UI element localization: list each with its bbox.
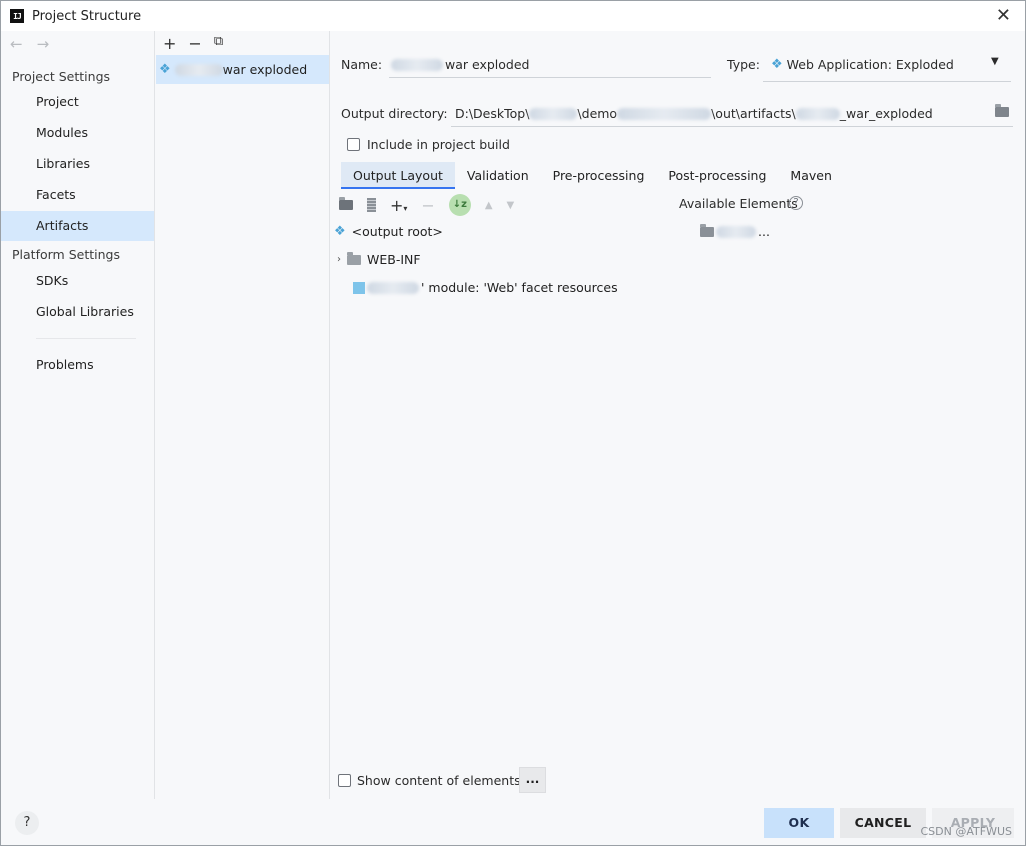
name-field[interactable]: war exploded — [391, 57, 529, 72]
tab-validation[interactable]: Validation — [455, 162, 541, 189]
copy-icon[interactable]: ⧉ — [214, 34, 223, 53]
artifacts-toolbar: + − ⧉ — [163, 34, 223, 53]
chevron-right-icon[interactable]: › — [337, 254, 341, 265]
type-label: Type: — [727, 57, 760, 72]
forward-arrow-icon[interactable]: → — [37, 35, 50, 53]
nav-item-project[interactable]: Project — [1, 87, 154, 117]
platform-settings-header: Platform Settings — [12, 247, 120, 262]
include-in-build-checkbox[interactable] — [347, 138, 360, 151]
redacted-text — [716, 225, 756, 238]
web-inf-label: WEB-INF — [367, 252, 421, 267]
output-directory-label: Output directory: — [341, 106, 448, 121]
output-root-node[interactable]: ❖ <output root> — [334, 224, 443, 239]
web-artifact-icon: ❖ — [771, 57, 783, 72]
help-circle-icon[interactable]: ? — [789, 196, 803, 210]
name-label: Name: — [341, 57, 383, 72]
show-content-label: Show content of elements — [357, 773, 521, 788]
nav-separator — [36, 338, 136, 339]
watermark: CSDN @ATFWUS — [920, 825, 1013, 838]
type-select[interactable]: ❖ Web Application: Exploded — [771, 57, 954, 72]
add-copy-of-icon[interactable]: +▾ — [390, 196, 407, 215]
title-bar: IJ Project Structure ✕ — [1, 1, 1025, 31]
output-dir-part: D:\DeskTop\ — [455, 106, 530, 121]
remove-element-icon[interactable]: − — [421, 196, 434, 215]
web-artifact-icon: ❖ — [334, 224, 346, 239]
output-dir-underline — [451, 126, 1013, 127]
layout-toolbar: +▾ − ↓z ▲ ▼ — [339, 194, 514, 216]
window-title: Project Structure — [32, 8, 142, 24]
artifact-details: Name: war exploded Type: ❖ Web Applicati… — [331, 31, 1025, 799]
dialog-footer: ? OK CANCEL APPLY CSDN @ATFWUS — [1, 799, 1025, 845]
cancel-button[interactable]: CANCEL — [840, 808, 926, 838]
new-directory-icon[interactable] — [339, 196, 353, 213]
redacted-text — [529, 107, 578, 120]
module-folder-icon — [700, 223, 714, 237]
add-icon[interactable]: + — [163, 34, 176, 53]
available-module-node[interactable]: ... — [700, 223, 770, 239]
available-elements-label: Available Elements — [679, 196, 798, 211]
help-button[interactable]: ? — [15, 811, 39, 835]
nav-item-sdks[interactable]: SDKs — [1, 266, 154, 296]
nav-item-global-libraries[interactable]: Global Libraries — [1, 297, 154, 327]
type-value: Web Application: Exploded — [786, 57, 954, 72]
tab-post-processing[interactable]: Post-processing — [656, 162, 778, 189]
facet-resources-node[interactable]: ' module: 'Web' facet resources — [353, 280, 618, 295]
nav-item-problems[interactable]: Problems — [1, 350, 154, 380]
history-nav: ← → — [10, 35, 49, 53]
artifact-item-label: war exploded — [222, 62, 308, 77]
folder-icon — [347, 251, 361, 265]
available-item-label: ... — [758, 224, 770, 239]
name-value: war exploded — [445, 57, 530, 72]
web-artifact-icon: ❖ — [159, 62, 171, 77]
include-in-build-label: Include in project build — [367, 137, 510, 152]
nav-item-libraries[interactable]: Libraries — [1, 149, 154, 179]
project-settings-header: Project Settings — [12, 69, 111, 84]
name-field-underline — [389, 77, 711, 78]
web-inf-node[interactable]: › WEB-INF — [337, 251, 421, 267]
output-dir-part: \out\artifacts\ — [711, 106, 796, 121]
sort-elements-icon[interactable]: ↓z — [448, 194, 471, 216]
move-up-icon[interactable]: ▲ — [485, 200, 493, 211]
nav-item-modules[interactable]: Modules — [1, 118, 154, 148]
artifact-list-item[interactable]: ❖ war exploded — [156, 55, 329, 84]
redacted-text — [795, 107, 840, 120]
redacted-text — [391, 58, 443, 71]
tab-output-layout[interactable]: Output Layout — [341, 162, 455, 189]
remove-icon[interactable]: − — [188, 34, 201, 53]
nav-item-facets[interactable]: Facets — [1, 180, 154, 210]
artifacts-list-pane: + − ⧉ ❖ war exploded — [156, 31, 330, 799]
artifact-tabs: Output Layout Validation Pre-processing … — [341, 162, 844, 189]
output-dir-part: \demo — [577, 106, 618, 121]
nav-item-artifacts[interactable]: Artifacts — [1, 211, 154, 241]
tab-pre-processing[interactable]: Pre-processing — [541, 162, 657, 189]
settings-navigation: ← → Project Settings Project Modules Lib… — [1, 31, 155, 799]
close-icon[interactable]: ✕ — [996, 5, 1011, 26]
redacted-text — [174, 63, 223, 76]
tab-maven[interactable]: Maven — [778, 162, 843, 189]
type-field-underline — [763, 81, 1011, 82]
more-options-button[interactable]: ... — [519, 767, 546, 793]
show-content-checkbox[interactable] — [338, 774, 351, 787]
back-arrow-icon[interactable]: ← — [10, 35, 23, 53]
chevron-down-icon[interactable]: ▼ — [991, 56, 999, 67]
redacted-text — [617, 107, 712, 120]
redacted-text — [367, 281, 419, 294]
ok-button[interactable]: OK — [764, 808, 834, 838]
intellij-logo-icon: IJ — [10, 9, 24, 23]
folder-browse-icon[interactable] — [995, 104, 1009, 120]
facet-resources-icon — [353, 281, 365, 294]
archive-icon[interactable] — [367, 198, 376, 212]
output-root-label: <output root> — [351, 224, 443, 239]
facet-resources-label: ' module: 'Web' facet resources — [421, 280, 618, 295]
project-structure-dialog: IJ Project Structure ✕ ← → Project Setti… — [0, 0, 1026, 846]
output-directory-field[interactable]: D:\DeskTop\ \demo \out\artifacts\ _war_e… — [455, 106, 933, 121]
move-down-icon[interactable]: ▼ — [507, 200, 515, 211]
output-dir-part: _war_exploded — [839, 106, 933, 121]
